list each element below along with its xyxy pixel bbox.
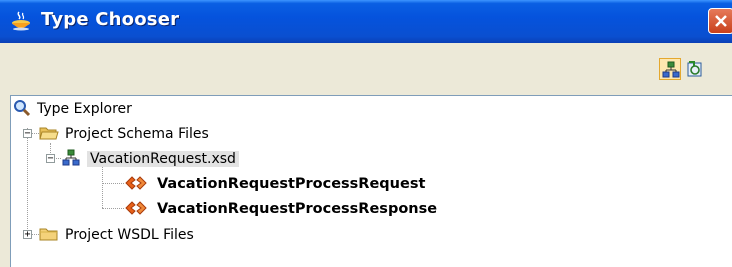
tree-item-project-schema-files[interactable]: − Project Schema Files <box>11 124 311 144</box>
tree-root-label: Type Explorer <box>37 101 132 117</box>
title-bar: Type Chooser <box>0 0 732 43</box>
window-title: Type Chooser <box>41 9 180 30</box>
tree-item-label: Project Schema Files <box>65 126 209 142</box>
schema-icon <box>62 149 80 166</box>
tree-item-label: VacationRequestProcessResponse <box>157 201 438 217</box>
type-tree[interactable]: Type Explorer − Project Schema Files − V… <box>10 95 732 267</box>
expand-toggle[interactable]: + <box>23 230 32 240</box>
tree-item-label: VacationRequest.xsd <box>87 151 239 167</box>
close-icon <box>715 15 727 27</box>
tree-item-project-wsdl-files[interactable]: + Project WSDL Files <box>11 225 311 245</box>
collapse-toggle[interactable]: − <box>23 129 32 139</box>
tree-item-vacationrequest-xsd[interactable]: − VacationRequest.xsd <box>11 149 331 169</box>
tree-item-label: VacationRequestProcessRequest <box>157 176 426 192</box>
show-schema-types-button[interactable] <box>659 58 681 80</box>
folder-closed-icon <box>39 228 58 241</box>
element-icon <box>125 176 147 190</box>
wsdl-message-icon <box>687 61 702 77</box>
tree-root-type-explorer[interactable]: Type Explorer <box>11 99 311 119</box>
tree-item-label: Project WSDL Files <box>65 227 194 243</box>
tree-item-vacationrequestprocessrequest[interactable]: VacationRequestProcessRequest <box>11 174 471 194</box>
collapse-toggle[interactable]: − <box>46 154 55 164</box>
java-cup-icon <box>12 11 30 31</box>
close-button[interactable] <box>708 8 732 34</box>
folder-open-icon <box>39 127 59 140</box>
tree-item-vacationrequestprocessresponse[interactable]: VacationRequestProcessResponse <box>11 199 471 219</box>
magnifier-icon <box>14 100 31 117</box>
element-icon <box>125 201 147 215</box>
show-wsdl-types-button[interactable] <box>684 58 706 80</box>
schema-icon <box>662 61 680 78</box>
